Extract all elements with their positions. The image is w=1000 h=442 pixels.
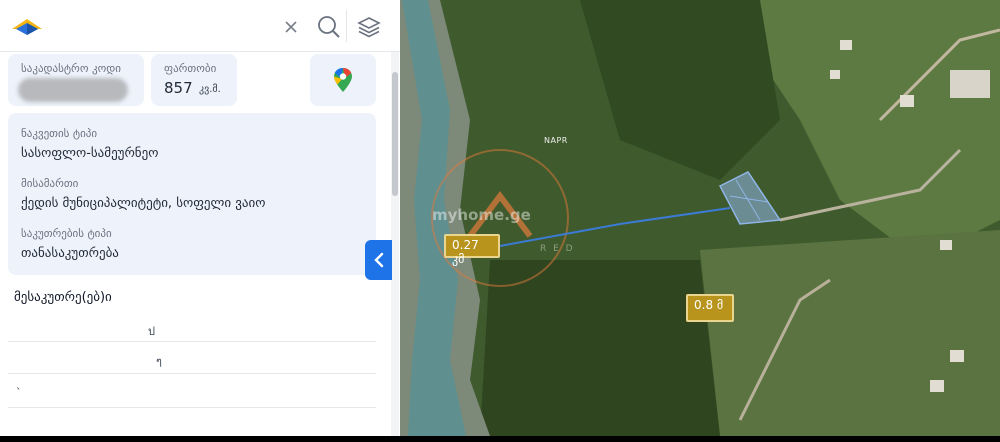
parcel-info-card: ნაკვეთის ტიპი სასოფლო-სამეურნეო მისამართ… bbox=[8, 113, 376, 275]
chevron-left-icon bbox=[373, 252, 383, 268]
logo-icon[interactable] bbox=[10, 15, 44, 37]
cadastral-label: საკადასტრო კოდი bbox=[21, 62, 121, 75]
area-label: ფართობი bbox=[164, 62, 217, 75]
place-label: NAPR bbox=[544, 136, 568, 145]
google-maps-icon bbox=[334, 68, 352, 92]
watermark-sub: R E D bbox=[540, 244, 575, 254]
ownership-type-value: თანასაკუთრება bbox=[21, 246, 119, 261]
land-type-value: სასოფლო-სამეურნეო bbox=[21, 146, 159, 161]
distance-label[interactable]: 0.27 კმ bbox=[444, 234, 500, 266]
side-panel: საკადასტრო კოდი ფართობი 857 კვ.მ. ნაკვეთ… bbox=[0, 0, 400, 436]
owner-row: ป bbox=[8, 318, 376, 342]
address-label: მისამართი bbox=[21, 177, 79, 190]
ownership-type-label: საკუთრების ტიპი bbox=[21, 227, 112, 240]
layers-icon[interactable] bbox=[356, 14, 382, 40]
owner-row bbox=[8, 412, 376, 436]
watermark: myhome.ge bbox=[432, 206, 531, 224]
owner-row-text: ˋ bbox=[16, 386, 22, 399]
distance-label[interactable]: 0.8 მ bbox=[686, 294, 734, 322]
scrollbar-thumb[interactable] bbox=[392, 72, 398, 196]
google-maps-button[interactable] bbox=[310, 54, 376, 106]
close-icon[interactable] bbox=[278, 14, 304, 40]
owner-row-text: ๆ bbox=[156, 355, 162, 368]
bottom-strip bbox=[0, 436, 1000, 442]
land-type-label: ნაკვეთის ტიპი bbox=[21, 127, 98, 140]
cadastral-code-redacted bbox=[18, 78, 128, 102]
search-input[interactable] bbox=[56, 14, 266, 40]
toolbar-divider bbox=[346, 10, 347, 42]
search-bar bbox=[0, 0, 400, 52]
search-icon[interactable] bbox=[316, 14, 342, 40]
cadastral-card: საკადასტრო კოდი bbox=[8, 54, 144, 106]
address-value: ქედის მუნიციპალიტეტი, სოფელი ვაიო bbox=[21, 196, 266, 211]
owner-row: ๆ bbox=[8, 346, 376, 374]
area-value: 857 bbox=[164, 79, 193, 97]
owner-row: ˋ bbox=[8, 380, 376, 408]
area-card: ფართობი 857 კვ.მ. bbox=[151, 54, 237, 106]
owners-title: მესაკუთრე(ებ)ი bbox=[14, 290, 112, 305]
owner-row-text: ป bbox=[148, 325, 155, 338]
satellite-map[interactable]: NAPR myhome.ge R E D 0.27 კმ 0.8 მ bbox=[400, 0, 1000, 436]
collapse-panel-button[interactable] bbox=[365, 240, 392, 280]
area-unit: კვ.მ. bbox=[199, 84, 221, 95]
